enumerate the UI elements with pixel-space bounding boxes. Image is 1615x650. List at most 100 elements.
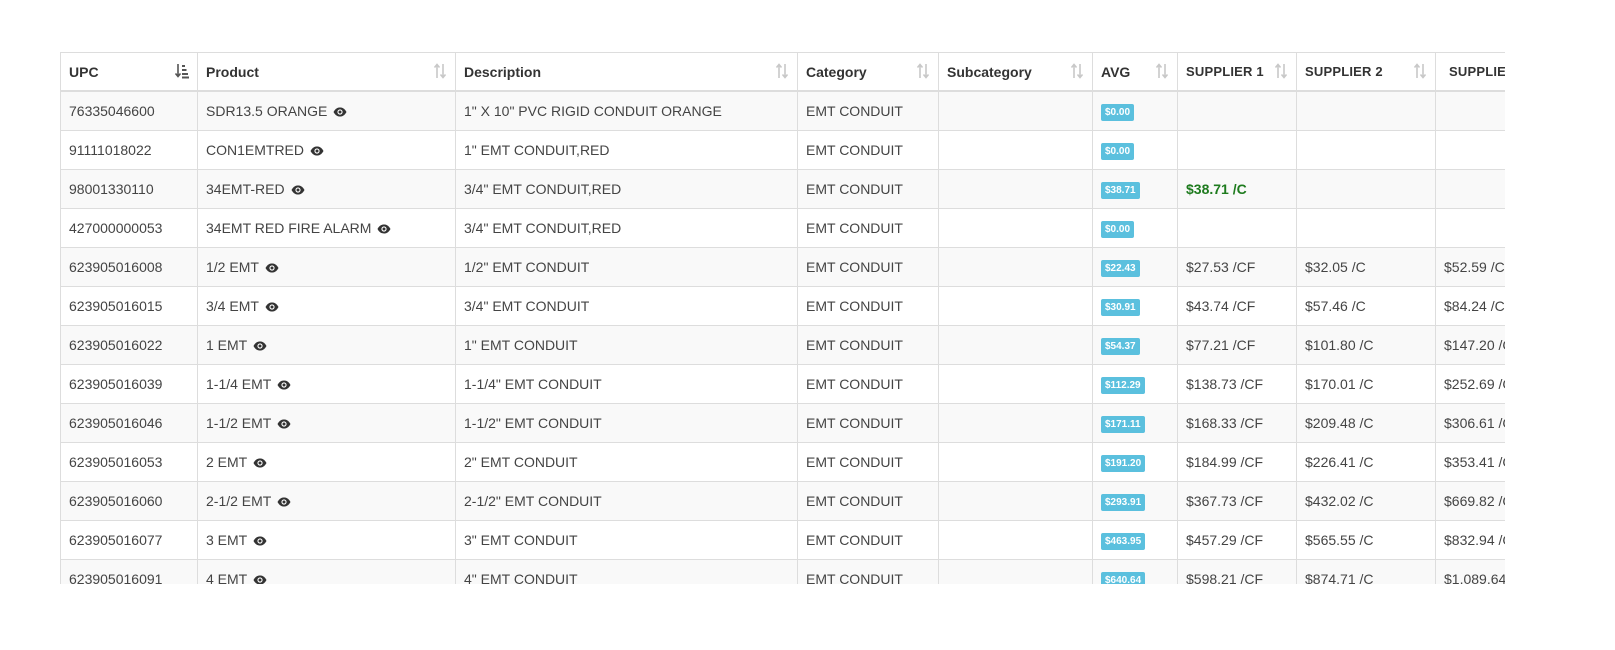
supplier-1-price-cell: $598.21 /CF — [1177, 559, 1297, 584]
supplier-2-price-text: $170.01 /C — [1305, 376, 1374, 392]
eye-icon[interactable] — [277, 377, 291, 390]
upc-text: 623905016022 — [69, 337, 163, 353]
sort-icon[interactable] — [433, 63, 447, 79]
subcategory-cell — [938, 520, 1093, 560]
product-name: 2 EMT — [206, 454, 248, 470]
supplier-1-price-text: $168.33 /CF — [1186, 415, 1264, 431]
subcategory-cell — [938, 442, 1093, 482]
column-header-label: AVG — [1101, 63, 1131, 80]
supplier-1-price-text: $27.53 /CF — [1186, 259, 1256, 275]
sort-icon[interactable] — [916, 63, 930, 79]
eye-icon[interactable] — [310, 143, 324, 156]
category-cell: EMT CONDUIT — [797, 169, 939, 209]
column-header-supplier-3[interactable]: SUPPLIER 3 — [1435, 52, 1505, 92]
supplier-2-price-cell: $101.80 /C — [1296, 325, 1436, 365]
category-cell: EMT CONDUIT — [797, 481, 939, 521]
avg-cell: $54.37 — [1092, 325, 1178, 365]
supplier-3-price-cell: $353.41 /C — [1435, 442, 1505, 482]
sort-icon[interactable] — [1070, 63, 1084, 79]
table-row[interactable]: 76335046600 SDR13.5 ORANGE 1" X 10" PVC RI… — [60, 90, 1505, 131]
category-text: EMT CONDUIT — [806, 142, 903, 158]
table-row[interactable]: 98001330110 34EMT-RED 3/4" EMT CONDUIT,RED… — [60, 169, 1505, 209]
avg-price-badge: $54.37 — [1101, 337, 1140, 355]
supplier-1-price-text: $367.73 /CF — [1186, 493, 1264, 509]
table-row[interactable]: 623905016039 1-1/4 EMT 1-1/4" EMT CONDUIT E… — [60, 364, 1505, 404]
column-header-supplier-2[interactable]: SUPPLIER 2 — [1296, 52, 1436, 92]
table-row[interactable]: 623905016022 1 EMT 1" EMT CONDUIT EMT CONDU… — [60, 325, 1505, 365]
category-text: EMT CONDUIT — [806, 493, 903, 509]
eye-icon[interactable] — [277, 416, 291, 429]
supplier-1-price-text: $184.99 /CF — [1186, 454, 1264, 470]
sort-icon[interactable] — [1413, 63, 1427, 79]
upc-cell: 623905016053 — [60, 442, 198, 482]
table-row[interactable]: 91111018022 CON1EMTRED 1" EMT CONDUIT,RED E… — [60, 130, 1505, 170]
product-cell: 1-1/4 EMT — [197, 364, 456, 404]
table-row[interactable]: 623905016046 1-1/2 EMT 1-1/2" EMT CONDUIT E… — [60, 403, 1505, 443]
supplier-3-price-cell: $1,089.64 /C — [1435, 559, 1505, 584]
eye-icon[interactable] — [265, 299, 279, 312]
eye-icon[interactable] — [253, 533, 267, 546]
table-row[interactable]: 623905016060 2-1/2 EMT 2-1/2" EMT CONDUIT E… — [60, 481, 1505, 521]
table-row[interactable]: 623905016077 3 EMT 3" EMT CONDUIT EMT CONDU… — [60, 520, 1505, 560]
subcategory-cell — [938, 130, 1093, 170]
supplier-3-price-cell — [1435, 208, 1505, 248]
description-cell: 3/4" EMT CONDUIT — [455, 286, 798, 326]
upc-text: 623905016091 — [69, 571, 163, 584]
column-header-subcategory[interactable]: Subcategory — [938, 52, 1093, 92]
eye-icon[interactable] — [277, 494, 291, 507]
column-header-description[interactable]: Description — [455, 52, 798, 92]
product-cell: CON1EMTRED — [197, 130, 456, 170]
table-row[interactable]: 623905016091 4 EMT 4" EMT CONDUIT EMT CONDU… — [60, 559, 1505, 584]
supplier-2-price-text: $432.02 /C — [1305, 493, 1374, 509]
description-cell: 1/2" EMT CONDUIT — [455, 247, 798, 287]
table-row[interactable]: 623905016053 2 EMT 2" EMT CONDUIT EMT CONDU… — [60, 442, 1505, 482]
column-header-upc[interactable]: UPC — [60, 52, 198, 92]
category-cell: EMT CONDUIT — [797, 364, 939, 404]
table-row[interactable]: 623905016008 1/2 EMT 1/2" EMT CONDUIT EMT C… — [60, 247, 1505, 287]
subcategory-cell — [938, 247, 1093, 287]
eye-icon[interactable] — [253, 338, 267, 351]
supplier-3-price-text: $52.59 /C — [1444, 259, 1505, 275]
category-cell: EMT CONDUIT — [797, 325, 939, 365]
supplier-2-price-cell: $32.05 /C — [1296, 247, 1436, 287]
supplier-2-price-cell: $432.02 /C — [1296, 481, 1436, 521]
upc-cell: 623905016091 — [60, 559, 198, 584]
eye-icon[interactable] — [253, 572, 267, 584]
category-cell: EMT CONDUIT — [797, 286, 939, 326]
product-cell: 1 EMT — [197, 325, 456, 365]
upc-text: 623905016015 — [69, 298, 163, 314]
upc-text: 623905016039 — [69, 376, 163, 392]
column-header-avg[interactable]: AVG — [1092, 52, 1178, 92]
column-header-supplier-1[interactable]: SUPPLIER 1 — [1177, 52, 1297, 92]
eye-icon[interactable] — [377, 221, 391, 234]
product-name: 1 EMT — [206, 337, 248, 353]
subcategory-cell — [938, 481, 1093, 521]
products-table: UPC Product Description Category Subcate… — [60, 52, 1505, 584]
column-header-category[interactable]: Category — [797, 52, 939, 92]
description-text: 3/4" EMT CONDUIT,RED — [464, 220, 622, 236]
upc-cell: 98001330110 — [60, 169, 198, 209]
product-cell: 2-1/2 EMT — [197, 481, 456, 521]
eye-icon[interactable] — [253, 455, 267, 468]
eye-icon[interactable] — [291, 182, 305, 195]
supplier-1-price-cell: $184.99 /CF — [1177, 442, 1297, 482]
column-header-product[interactable]: Product — [197, 52, 456, 92]
supplier-3-price-cell: $306.61 /C — [1435, 403, 1505, 443]
sort-icon[interactable] — [1274, 63, 1288, 79]
column-header-label: SUPPLIER 2 — [1305, 64, 1383, 79]
sort-icon[interactable] — [1155, 63, 1169, 79]
product-name: 34EMT-RED — [206, 181, 285, 197]
sort-asc-active-icon[interactable] — [175, 63, 189, 79]
supplier-3-price-text: $669.82 /C — [1444, 493, 1505, 509]
table-row[interactable]: 427000000053 34EMT RED FIRE ALARM 3/4" EMT… — [60, 208, 1505, 248]
eye-icon[interactable] — [333, 104, 347, 117]
description-cell: 1" EMT CONDUIT,RED — [455, 130, 798, 170]
eye-icon[interactable] — [265, 260, 279, 273]
supplier-1-price-cell: $38.71 /C — [1177, 169, 1297, 209]
supplier-2-price-cell — [1296, 208, 1436, 248]
description-text: 3/4" EMT CONDUIT,RED — [464, 181, 622, 197]
sort-icon[interactable] — [775, 63, 789, 79]
subcategory-cell — [938, 286, 1093, 326]
column-header-label: SUPPLIER 3 — [1449, 64, 1505, 79]
table-row[interactable]: 623905016015 3/4 EMT 3/4" EMT CONDUIT EMT C… — [60, 286, 1505, 326]
